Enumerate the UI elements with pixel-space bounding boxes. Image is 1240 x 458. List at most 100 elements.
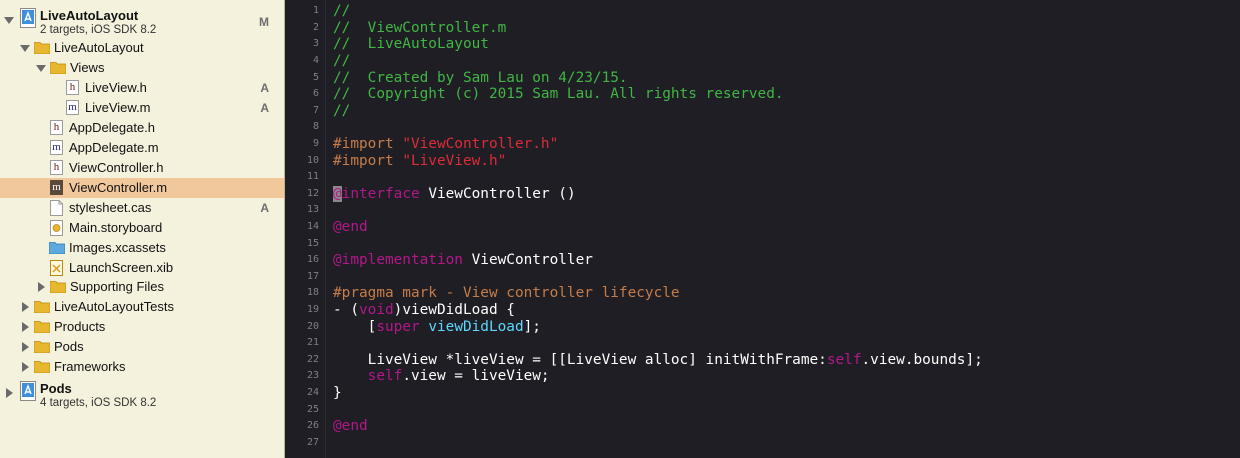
status-badge: A: [260, 81, 269, 95]
source-editor[interactable]: 1 2 3 4 5 6 7 8 9 10 11 12 13 14 15 16 1…: [286, 0, 1240, 458]
disclosure-expanded-icon[interactable]: [36, 62, 46, 74]
code-text: - (: [333, 302, 359, 318]
code-line[interactable]: #pragma mark - View controller lifecycle: [333, 285, 680, 302]
code-text: ViewController: [462, 252, 593, 268]
comment: // Copyright (c) 2015 Sam Lau. All right…: [333, 86, 784, 102]
code-text: }: [333, 385, 342, 401]
disclosure-expanded-icon[interactable]: [20, 42, 30, 54]
line-number: 18: [306, 287, 319, 298]
disclosure-collapsed-icon[interactable]: [20, 361, 30, 373]
group-row-liveautolayouttests[interactable]: LiveAutoLayoutTests: [0, 297, 284, 317]
folder-icon: [33, 320, 51, 334]
line-number: 26: [306, 420, 319, 431]
file-label: Images.xcassets: [69, 240, 166, 255]
line-number: 4: [312, 55, 319, 66]
string-literal: "ViewController.h": [402, 136, 559, 152]
code-line[interactable]: //: [333, 53, 350, 70]
code-line[interactable]: #import "ViewController.h": [333, 136, 558, 153]
file-row-main-storyboard[interactable]: Main.storyboard: [0, 218, 284, 238]
line-number: 5: [312, 72, 319, 83]
code-line[interactable]: - (void)viewDidLoad {: [333, 302, 515, 319]
line-number-gutter: 1 2 3 4 5 6 7 8 9 10 11 12 13 14 15 16 1…: [286, 0, 326, 458]
group-row-liveautolayout[interactable]: LiveAutoLayout: [0, 38, 284, 58]
code-text: ];: [523, 319, 541, 335]
code-line[interactable]: #import "LiveView.h": [333, 153, 506, 170]
code-text: )viewDidLoad {: [393, 302, 515, 318]
disclosure-collapsed-icon[interactable]: [4, 387, 14, 399]
comment: // LiveAutoLayout: [333, 36, 489, 52]
folder-icon: [49, 280, 67, 294]
folder-icon: [33, 340, 51, 354]
group-row-products[interactable]: Products: [0, 317, 284, 337]
file-row-appdelegate-m[interactable]: m AppDelegate.m: [0, 138, 284, 158]
keyword: self: [333, 368, 403, 384]
group-row-supporting-files[interactable]: Supporting Files: [0, 277, 284, 297]
preprocessor: #import: [333, 153, 403, 169]
code-line[interactable]: self.view = liveView;: [333, 368, 550, 385]
file-label: LaunchScreen.xib: [69, 260, 174, 275]
header-file-icon: h: [66, 80, 80, 96]
disclosure-collapsed-icon[interactable]: [36, 281, 46, 293]
method-name: viewDidLoad: [428, 319, 524, 335]
code-line[interactable]: @end: [333, 219, 368, 236]
file-row-liveview-m[interactable]: m LiveView.m A: [0, 98, 284, 118]
line-number: 25: [306, 404, 319, 415]
file-row-liveview-h[interactable]: h LiveView.h A: [0, 78, 284, 98]
code-line[interactable]: @implementation ViewController: [333, 252, 593, 269]
comment: //: [333, 103, 351, 119]
folder-icon: [49, 61, 67, 75]
code-line[interactable]: // ViewController.m: [333, 20, 506, 37]
line-number: 6: [312, 88, 319, 99]
file-row-images-xcassets[interactable]: Images.xcassets: [0, 238, 284, 258]
group-row-frameworks[interactable]: Frameworks: [0, 357, 284, 377]
file-row-appdelegate-h[interactable]: h AppDelegate.h: [0, 118, 284, 138]
comment: //: [333, 3, 351, 19]
code-line[interactable]: }: [333, 385, 342, 402]
code-line[interactable]: //: [333, 3, 350, 20]
line-number: 16: [306, 254, 319, 265]
code-line[interactable]: LiveView *liveView = [[LiveView alloc] i…: [333, 352, 983, 369]
line-number: 13: [306, 204, 319, 215]
file-row-viewcontroller-m[interactable]: m ViewController.m: [0, 178, 284, 198]
comment: //: [333, 53, 351, 69]
code-line[interactable]: //: [333, 103, 350, 120]
line-number: 12: [306, 188, 319, 199]
code-line[interactable]: // Created by Sam Lau on 4/23/15.: [333, 70, 628, 87]
group-row-views[interactable]: Views: [0, 58, 284, 78]
group-label: Pods: [54, 339, 84, 354]
status-badge: M: [259, 15, 269, 29]
line-number: 9: [312, 138, 319, 149]
group-label: LiveAutoLayoutTests: [54, 299, 174, 314]
code-text: ViewController (): [419, 186, 576, 202]
disclosure-expanded-icon[interactable]: [4, 14, 14, 26]
project-name: Pods: [40, 381, 72, 396]
code-text: .view.bounds];: [861, 352, 983, 368]
project-row-liveautolayout[interactable]: LiveAutoLayout 2 targets, iOS SDK 8.2 M: [0, 4, 284, 40]
code-line[interactable]: // LiveAutoLayout: [333, 36, 489, 53]
keyword: @end: [333, 418, 368, 434]
disclosure-collapsed-icon[interactable]: [20, 301, 30, 313]
file-label: AppDelegate.m: [69, 140, 159, 155]
code-line[interactable]: // Copyright (c) 2015 Sam Lau. All right…: [333, 86, 784, 103]
line-number: 20: [306, 321, 319, 332]
file-row-launchscreen-xib[interactable]: LaunchScreen.xib: [0, 258, 284, 278]
file-row-stylesheet-cas[interactable]: stylesheet.cas A: [0, 198, 284, 218]
line-number: 27: [306, 437, 319, 448]
line-number: 3: [312, 38, 319, 49]
document-file-icon: [50, 200, 64, 216]
code-line[interactable]: [super viewDidLoad];: [333, 319, 541, 336]
code-line[interactable]: @end: [333, 418, 368, 435]
disclosure-collapsed-icon[interactable]: [20, 321, 30, 333]
code-line[interactable]: @interface ViewController (): [333, 186, 576, 203]
group-row-pods[interactable]: Pods: [0, 337, 284, 357]
code-text: [: [333, 319, 377, 335]
group-label: Products: [54, 319, 106, 334]
project-row-pods[interactable]: Pods 4 targets, iOS SDK 8.2: [0, 377, 284, 413]
group-label: LiveAutoLayout: [54, 40, 144, 55]
disclosure-collapsed-icon[interactable]: [20, 341, 30, 353]
file-label: Main.storyboard: [69, 220, 163, 235]
file-row-viewcontroller-h[interactable]: h ViewController.h: [0, 158, 284, 178]
line-number: 8: [312, 121, 319, 132]
code-text: .view = liveView;: [402, 368, 550, 384]
line-number: 24: [306, 387, 319, 398]
